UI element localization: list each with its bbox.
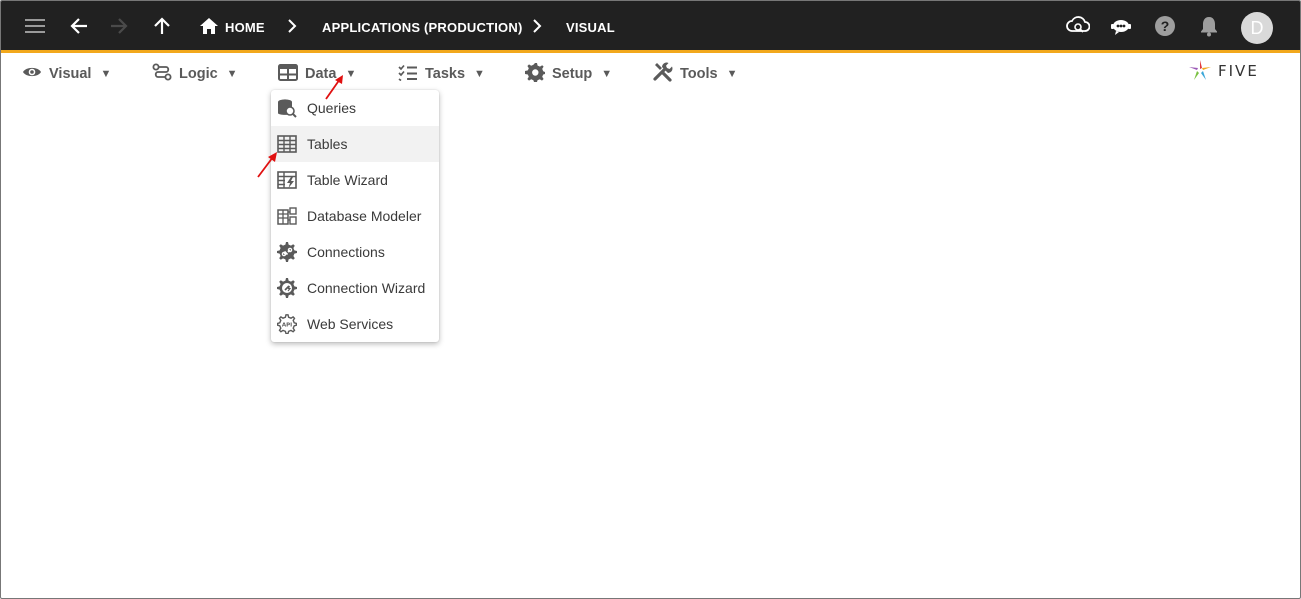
svg-text:?: ? xyxy=(1161,18,1170,34)
gear-icon xyxy=(525,62,545,86)
dropdown-item-web-services[interactable]: API Web Services xyxy=(271,306,439,342)
dropdown-item-label: Connections xyxy=(307,244,385,260)
dropdown-item-label: Database Modeler xyxy=(307,208,422,224)
menu-visual-label: Visual xyxy=(49,66,92,82)
database-modeler-icon xyxy=(277,206,297,226)
caret-down-icon: ▼ xyxy=(726,68,738,80)
api-gear-icon: API xyxy=(277,314,297,334)
dropdown-item-label: Tables xyxy=(307,136,348,152)
menu-tools[interactable]: Tools ▼ xyxy=(653,62,738,86)
app-window: HOME APPLICATIONS (PRODUCTION) VISUAL ? … xyxy=(0,0,1301,599)
hamburger-menu-icon[interactable] xyxy=(22,13,48,39)
top-app-bar: HOME APPLICATIONS (PRODUCTION) VISUAL ? … xyxy=(1,1,1300,53)
caret-down-icon: ▼ xyxy=(474,68,485,80)
dropdown-item-connection-wizard[interactable]: Connection Wizard xyxy=(271,270,439,306)
caret-down-icon: ▼ xyxy=(345,68,357,80)
menu-tools-label: Tools xyxy=(680,66,718,82)
home-icon[interactable] xyxy=(196,13,222,39)
up-arrow-icon[interactable] xyxy=(149,13,175,39)
menu-tasks[interactable]: Tasks ▼ xyxy=(398,64,485,84)
breadcrumb-current: VISUAL xyxy=(566,20,615,35)
caret-down-icon: ▼ xyxy=(100,68,112,80)
chatbot-icon[interactable] xyxy=(1108,13,1134,39)
dropdown-item-database-modeler[interactable]: Database Modeler xyxy=(271,198,439,234)
logic-flow-icon xyxy=(152,63,172,85)
menu-setup-label: Setup xyxy=(552,66,593,82)
back-arrow-icon[interactable] xyxy=(66,13,92,39)
chevron-right-icon xyxy=(279,13,305,39)
breadcrumb-applications[interactable]: APPLICATIONS (PRODUCTION) xyxy=(322,20,522,35)
caret-down-icon: ▼ xyxy=(601,68,613,80)
eye-icon xyxy=(22,65,42,83)
dropdown-item-label: Table Wizard xyxy=(307,172,388,188)
menu-tasks-label: Tasks xyxy=(425,66,466,82)
dropdown-item-label: Web Services xyxy=(307,316,394,332)
main-menu-bar: Visual ▼ Logic ▼ Data ▼ Tasks ▼ Setup ▼ … xyxy=(1,56,1300,90)
menu-setup[interactable]: Setup ▼ xyxy=(525,62,613,86)
five-logo-mark-icon xyxy=(1189,60,1211,80)
annotation-arrow-data xyxy=(325,75,343,100)
user-avatar[interactable]: D xyxy=(1241,12,1273,44)
five-logo: FIVE xyxy=(1188,59,1259,83)
dropdown-item-tables[interactable]: Tables xyxy=(271,126,439,162)
dropdown-item-label: Connection Wizard xyxy=(307,280,426,296)
help-icon[interactable]: ? xyxy=(1152,13,1178,39)
database-search-icon xyxy=(277,98,297,118)
dropdown-item-connections[interactable]: Connections xyxy=(271,234,439,270)
caret-down-icon: ▼ xyxy=(226,68,238,80)
cloud-search-icon[interactable] xyxy=(1065,13,1091,39)
forward-arrow-icon[interactable] xyxy=(106,13,132,39)
dropdown-item-queries[interactable]: Queries xyxy=(271,90,439,126)
data-dropdown-menu: Queries Tables Table Wizard Database Mod… xyxy=(271,90,439,342)
table-icon xyxy=(278,63,298,85)
checklist-icon xyxy=(398,64,418,85)
menu-logic[interactable]: Logic ▼ xyxy=(152,63,238,85)
dropdown-item-label: Queries xyxy=(307,100,357,116)
breadcrumb-home[interactable]: HOME xyxy=(225,20,265,35)
bell-icon[interactable] xyxy=(1196,13,1222,39)
connection-wizard-icon xyxy=(277,278,297,298)
menu-logic-label: Logic xyxy=(179,66,218,82)
annotation-arrow-tables xyxy=(257,152,277,178)
chevron-right-icon xyxy=(524,13,550,39)
dropdown-item-table-wizard[interactable]: Table Wizard xyxy=(271,162,439,198)
menu-visual[interactable]: Visual ▼ xyxy=(22,64,111,84)
connections-gear-icon xyxy=(277,242,297,262)
svg-text:API: API xyxy=(282,323,292,329)
tools-icon xyxy=(653,62,673,86)
logo-text: FIVE xyxy=(1218,62,1259,80)
